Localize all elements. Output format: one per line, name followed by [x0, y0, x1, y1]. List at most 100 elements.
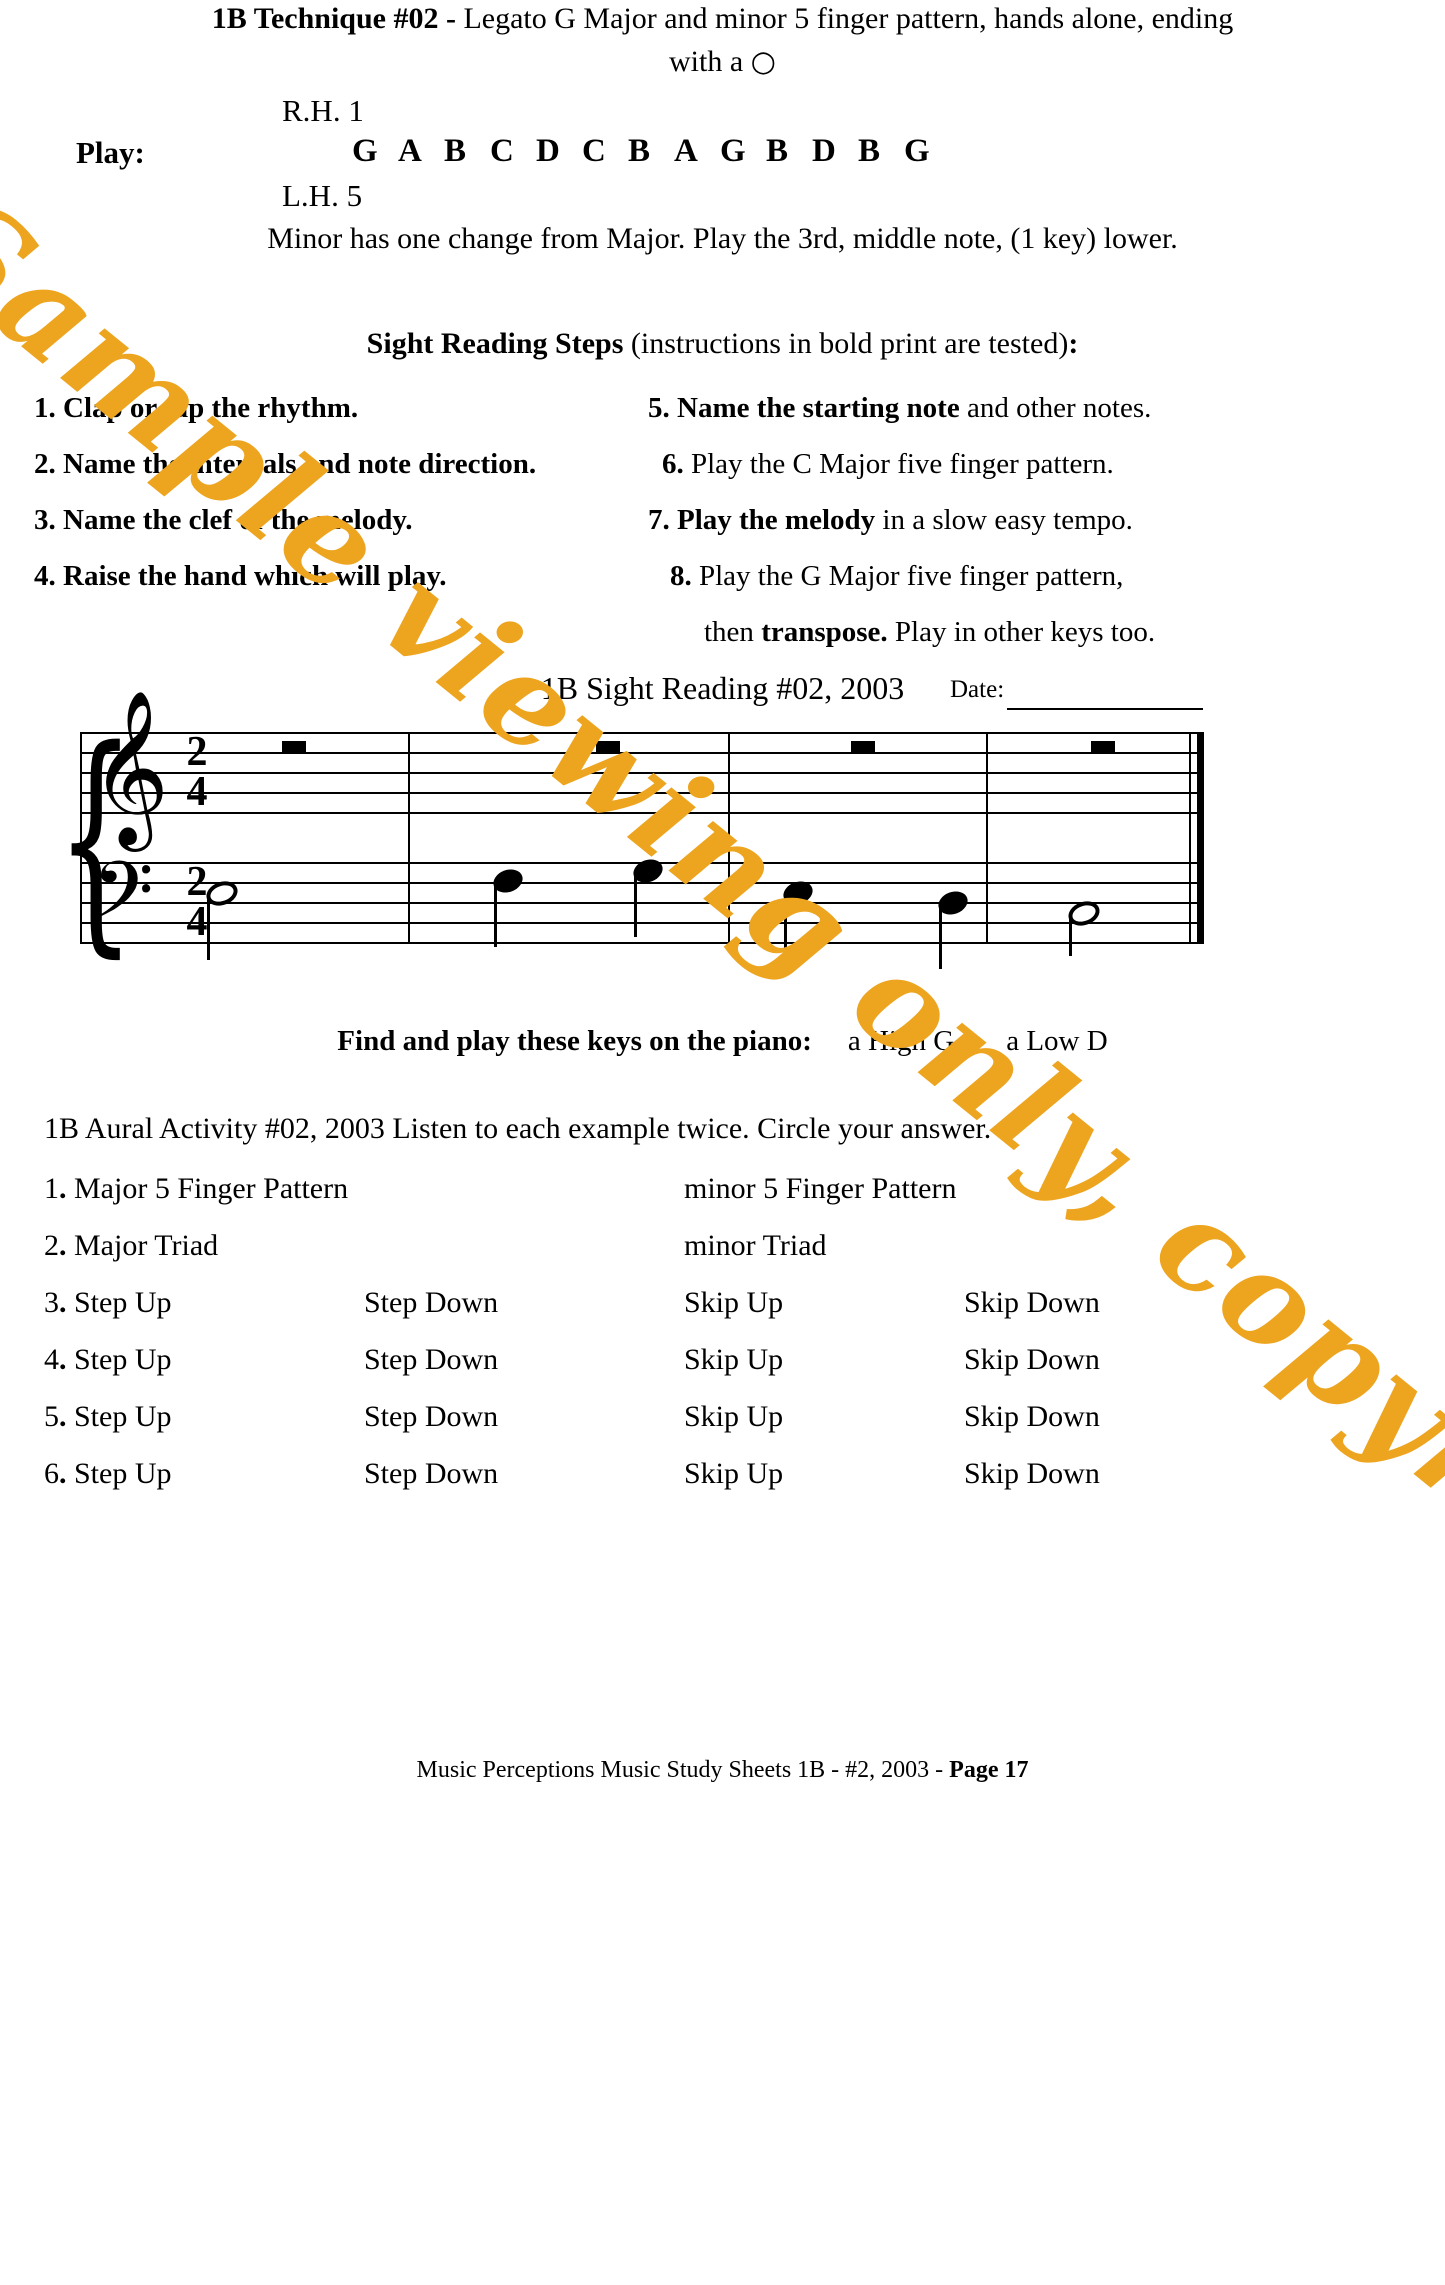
aural-answer-option[interactable]: Skip Down: [964, 1400, 1100, 1434]
footer-plain: Music Perceptions Music Study Sheets 1B …: [416, 1757, 950, 1783]
treble-time-signature: 2 4: [180, 731, 214, 815]
staff-line: [80, 812, 1204, 814]
note-stem: [494, 881, 497, 947]
aural-answer-label: Skip Down: [964, 1400, 1100, 1433]
aural-row-number: 2: [44, 1229, 59, 1262]
aural-answer-option[interactable]: Skip Up: [684, 1457, 783, 1491]
aural-answer-label: Skip Down: [964, 1457, 1100, 1490]
aural-answer-option[interactable]: Skip Up: [684, 1400, 783, 1434]
aural-row-period: .: [59, 1457, 67, 1490]
half-rest-icon: [596, 741, 620, 752]
note-letter: G: [352, 133, 378, 169]
note-letter: D: [812, 133, 836, 169]
aural-answer-label: Major Triad: [66, 1229, 219, 1262]
aural-row-number: 3: [44, 1286, 59, 1319]
aural-answer-label: Step Up: [66, 1286, 172, 1319]
find-and-play-line: Find and play these keys on the piano: a …: [0, 1025, 1445, 1058]
step-number: 2.: [34, 448, 56, 480]
final-barline-thin: [1189, 732, 1191, 944]
minor-instruction: Minor has one change from Major. Play th…: [267, 222, 1178, 255]
aural-row-number: 1: [44, 1172, 59, 1205]
sight-reading-steps-left-column: 1. Clap or tap the rhythm. 2. Name the in…: [34, 392, 674, 616]
aural-answer-option[interactable]: 3. Step Up: [44, 1286, 172, 1320]
aural-answer-option[interactable]: 2. Major Triad: [44, 1229, 218, 1263]
note-letter: D: [536, 133, 560, 169]
aural-answer-label: Step Down: [364, 1457, 499, 1490]
aural-activity-row: 5. Step Up Step Down Skip Up Skip Down: [44, 1400, 1384, 1457]
staff-line: [80, 902, 1204, 904]
page-footer: Music Perceptions Music Study Sheets 1B …: [0, 1757, 1445, 1784]
aural-answer-label: Skip Down: [964, 1286, 1100, 1319]
sight-reading-step: 7. Play the melody in a slow easy tempo.: [648, 504, 1248, 537]
barline: [728, 732, 730, 944]
step-text-plain: and other notes.: [959, 392, 1152, 424]
treble-time-denominator: 4: [186, 769, 208, 815]
note-letter: G: [904, 133, 930, 169]
step-number: 8.: [670, 560, 692, 592]
aural-row-period: .: [59, 1172, 67, 1205]
aural-answer-option[interactable]: minor 5 Finger Pattern: [684, 1172, 956, 1206]
aural-answer-option[interactable]: Step Down: [364, 1286, 498, 1320]
grand-staff-system: { 𝄞 𝄢 2 4 2 4: [56, 700, 1204, 969]
aural-activity-heading: 1B Aural Activity #02, 2003 Listen to ea…: [44, 1112, 992, 1145]
note-letter: A: [398, 133, 422, 169]
note-stem: [207, 894, 210, 960]
sight-reading-step: 3. Name the clef of the melody.: [34, 504, 674, 537]
note-letter: B: [444, 133, 467, 169]
note-letter: B: [766, 133, 789, 169]
aural-answer-option[interactable]: Skip Down: [964, 1457, 1100, 1491]
aural-row-period: .: [59, 1400, 67, 1433]
sight-reading-steps-right-column: 5. Name the starting note and other note…: [648, 392, 1248, 672]
whole-note-icon: ○: [750, 44, 776, 78]
aural-answer-option[interactable]: 4. Step Up: [44, 1343, 172, 1377]
aural-answer-option[interactable]: Skip Down: [964, 1286, 1100, 1320]
system-start-barline: [80, 732, 82, 944]
aural-answer-label: Skip Up: [684, 1400, 784, 1433]
aural-answer-label: Skip Up: [684, 1286, 784, 1319]
note-stem: [939, 903, 942, 969]
step-text-plain: Play the C Major five finger pattern.: [683, 448, 1114, 480]
treble-clef-icon: 𝄞: [90, 689, 170, 845]
note-stem: [784, 893, 787, 959]
barline: [986, 732, 988, 944]
step-text-plain: then: [704, 616, 762, 648]
aural-answer-option[interactable]: Skip Up: [684, 1343, 783, 1377]
aural-answer-option[interactable]: 5. Step Up: [44, 1400, 172, 1434]
aural-answer-label: minor 5 Finger Pattern: [684, 1172, 957, 1205]
step-number: 4.: [34, 560, 56, 592]
find-and-play-item-1: a High G: [847, 1025, 955, 1057]
note-letter: B: [858, 133, 881, 169]
staff-line: [80, 772, 1204, 774]
aural-answer-label: Step Down: [364, 1343, 499, 1376]
half-rest-icon: [1091, 741, 1115, 752]
aural-answer-option[interactable]: 1. Major 5 Finger Pattern: [44, 1172, 348, 1206]
step-text-bold: Play the melody: [669, 504, 876, 536]
technique-heading: 1B Technique #02 - Legato G Major and mi…: [0, 0, 1445, 38]
aural-answer-option[interactable]: Step Down: [364, 1457, 498, 1491]
aural-activity-row: 3. Step Up Step Down Skip Up Skip Down: [44, 1286, 1384, 1343]
aural-answer-option[interactable]: Skip Down: [964, 1343, 1100, 1377]
aural-answer-label: Step Up: [66, 1400, 172, 1433]
aural-answer-option[interactable]: Step Down: [364, 1343, 498, 1377]
aural-answer-option[interactable]: Skip Up: [684, 1286, 783, 1320]
sight-reading-steps-heading-colon: :: [1068, 327, 1079, 360]
staff-line: [80, 942, 1204, 944]
step-number: 1.: [34, 392, 56, 424]
aural-row-number: 6: [44, 1457, 59, 1490]
barline: [408, 732, 410, 944]
technique-subline-prefix: with a: [669, 45, 751, 78]
find-and-play-item-2: a Low D: [1006, 1025, 1108, 1057]
aural-answer-option[interactable]: Step Down: [364, 1400, 498, 1434]
date-input-line[interactable]: [1007, 708, 1203, 710]
step-text-plain: Play the G Major five finger pattern,: [691, 560, 1124, 592]
note-stem: [1069, 914, 1072, 956]
aural-answer-label: Skip Up: [684, 1343, 784, 1376]
left-hand-label: L.H. 5: [282, 178, 363, 213]
aural-activity-rows: 1. Major 5 Finger Pattern minor 5 Finger …: [44, 1172, 1384, 1514]
aural-row-period: .: [59, 1286, 67, 1319]
aural-row-number: 4: [44, 1343, 59, 1376]
aural-activity-row: 1. Major 5 Finger Pattern minor 5 Finger …: [44, 1172, 1384, 1229]
aural-answer-option[interactable]: minor Triad: [684, 1229, 827, 1263]
aural-answer-option[interactable]: 6. Step Up: [44, 1457, 172, 1491]
find-and-play-bold: Find and play these keys on the piano:: [337, 1025, 812, 1057]
